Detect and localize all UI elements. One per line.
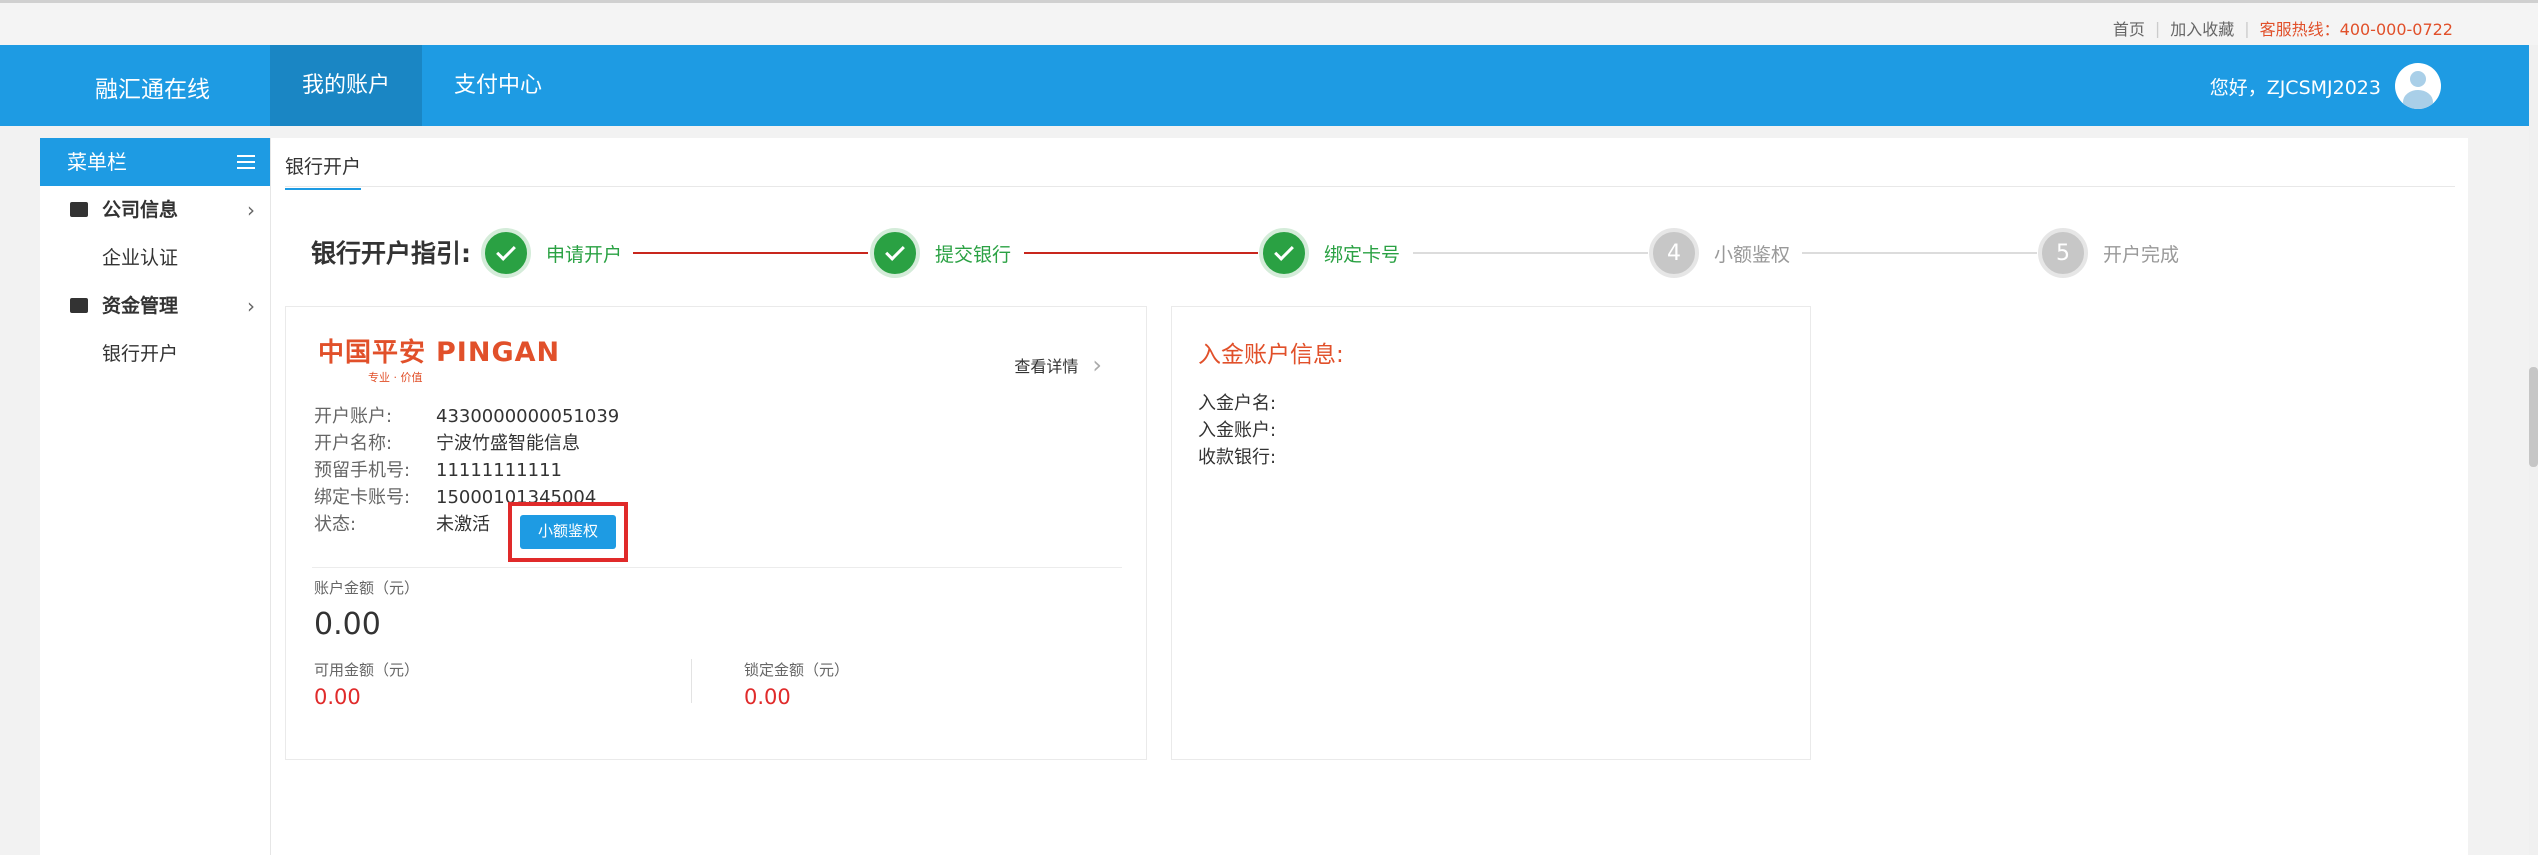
step-connector: [1024, 252, 1258, 254]
step-1-check-icon: [481, 228, 531, 278]
info-value: 11111111111: [436, 460, 562, 481]
sidebar-item-enterprise-cert[interactable]: 企业认证: [40, 234, 270, 282]
main-nav: 我的账户 支付中心: [270, 45, 574, 126]
step-3-check-icon: [1259, 228, 1309, 278]
logo-sub: 专业 · 价值: [368, 371, 423, 384]
brand-logo[interactable]: 融汇通在线: [95, 70, 210, 104]
info-key: 开户名称:: [314, 433, 393, 454]
view-details-link[interactable]: 查看详情 ›: [1014, 351, 1102, 379]
user-menu[interactable]: 您好，ZJCSMJ2023: [2210, 63, 2441, 109]
step-connector: [1413, 252, 1648, 254]
chevron-right-icon: ›: [1092, 351, 1102, 379]
available-label: 可用金额（元）: [314, 661, 420, 679]
step-4-label: 小额鉴权: [1714, 244, 1791, 266]
info-row: 预留手机号: 11111111111: [314, 457, 619, 484]
status-value: 未激活: [436, 514, 490, 535]
deposit-name-label: 入金户名:: [1198, 393, 1277, 414]
step-5-label: 开户完成: [2103, 244, 2180, 266]
sidebar-item-bank-account[interactable]: 银行开户: [40, 330, 270, 378]
sidebar-title: 菜单栏: [67, 150, 127, 174]
step-connector: [1802, 252, 2037, 254]
sidebar-group-label: 资金管理: [102, 295, 179, 317]
app-header: 融汇通在线 我的账户 支付中心 您好，ZJCSMJ2023: [0, 45, 2538, 126]
deposit-account-label: 入金账户:: [1198, 420, 1277, 441]
balance-label: 账户金额（元）: [314, 579, 420, 597]
add-favorite-link[interactable]: 加入收藏: [2170, 16, 2234, 40]
page-scrollbar[interactable]: [2529, 45, 2538, 855]
nav-payment-center[interactable]: 支付中心: [422, 45, 574, 126]
sidebar-group-fund-management[interactable]: 资金管理 ›: [40, 282, 270, 330]
guide-title: 银行开户指引:: [311, 239, 471, 268]
info-key: 绑定卡账号:: [314, 487, 411, 508]
pingan-logo: 中国平安 PINGAN 专业 · 价值: [318, 332, 560, 385]
info-key: 开户账户:: [314, 406, 393, 427]
deposit-bank-label: 收款银行:: [1198, 447, 1277, 468]
sidebar: 菜单栏 公司信息 › 企业认证 资金管理 › 银行开户: [40, 138, 270, 855]
user-greeting: 您好，ZJCSMJ2023: [2209, 76, 2381, 99]
step-3-label: 绑定卡号: [1324, 244, 1401, 266]
locked-value: 0.00: [744, 685, 791, 709]
info-row: 开户名称: 宁波竹盛智能信息: [314, 430, 619, 457]
micro-auth-button[interactable]: 小额鉴权: [520, 515, 616, 549]
info-row: 开户账户: 4330000000051039: [314, 403, 619, 430]
info-key: 预留手机号:: [314, 460, 411, 481]
home-link[interactable]: 首页: [2113, 16, 2145, 40]
tab-bank-account[interactable]: 银行开户: [285, 152, 362, 190]
top-strip: 首页 | 加入收藏 | 客服热线：400-000-0722: [0, 0, 2538, 45]
balance-value: 0.00: [314, 607, 381, 642]
hamburger-menu-icon[interactable]: [237, 155, 255, 169]
chevron-right-icon: ›: [247, 198, 255, 222]
step-1-label: 申请开户: [546, 244, 623, 266]
deposit-title: 入金账户信息:: [1198, 342, 1344, 368]
info-value: 4330000000051039: [436, 406, 620, 427]
nav-my-account[interactable]: 我的账户: [270, 45, 423, 126]
info-key: 状态:: [314, 514, 357, 535]
locked-label: 锁定金额（元）: [744, 661, 850, 679]
logo-cn: 中国平安: [318, 338, 427, 368]
sidebar-group-company-info[interactable]: 公司信息 ›: [40, 186, 270, 234]
money-icon: [70, 298, 88, 313]
step-5-number: 5: [2038, 228, 2088, 278]
id-card-icon: [70, 202, 88, 217]
separator: |: [2154, 18, 2161, 38]
view-details-label: 查看详情: [1014, 357, 1079, 376]
top-links: 首页 | 加入收藏 | 客服热线：400-000-0722: [2113, 16, 2453, 40]
tab-bar: 银行开户: [285, 144, 2455, 190]
step-connector: [633, 252, 868, 254]
divider: [312, 567, 1122, 568]
main-panel: 银行开户 银行开户指引: 申请开户 提交银行 绑定卡号 4 小额鉴权 5 开户完…: [270, 138, 2468, 855]
deposit-account-card: 入金账户信息: 入金户名: 入金账户: 收款银行:: [1171, 306, 1811, 760]
logo-en: PINGAN: [436, 337, 561, 368]
scrollbar-thumb[interactable]: [2529, 367, 2538, 467]
step-4-number: 4: [1649, 228, 1699, 278]
vertical-divider: [691, 659, 692, 703]
chevron-right-icon: ›: [247, 294, 255, 318]
available-value: 0.00: [314, 685, 361, 709]
avatar[interactable]: [2395, 63, 2441, 109]
sidebar-header: 菜单栏: [40, 138, 270, 186]
step-2-check-icon: [870, 228, 920, 278]
bank-card: 中国平安 PINGAN 专业 · 价值 查看详情 › 开户账户: 433000000…: [285, 306, 1147, 760]
separator: |: [2244, 18, 2250, 38]
step-2-label: 提交银行: [935, 244, 1012, 266]
info-value: 宁波竹盛智能信息: [436, 433, 580, 454]
hotline-text: 客服热线：400-000-0722: [2259, 20, 2453, 39]
sidebar-group-label: 公司信息: [102, 199, 179, 221]
